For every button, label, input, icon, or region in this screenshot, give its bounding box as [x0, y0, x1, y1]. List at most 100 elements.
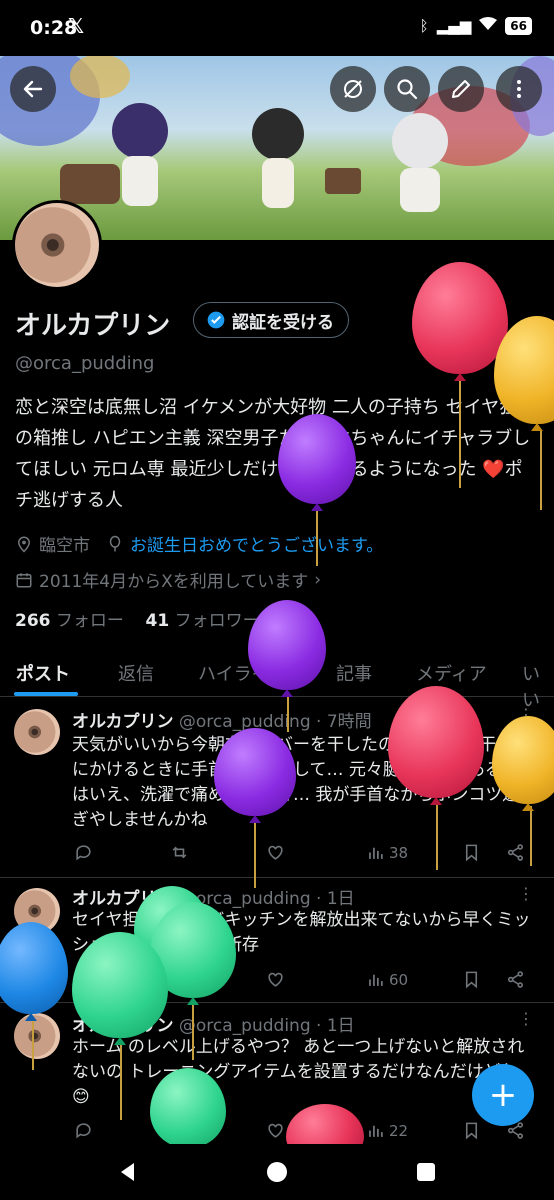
post-header: オルカプリン @orca_pudding · 7時間: [72, 707, 372, 732]
grok-icon: [344, 80, 362, 98]
post-author-name: オルカプリン: [72, 712, 174, 732]
bookmark-button[interactable]: [462, 1121, 481, 1140]
repost-button[interactable]: [170, 970, 189, 989]
post-item[interactable]: オルカプリン @orca_pudding · 1日 ⋮ ホーム のレベル上げるや…: [0, 1003, 554, 1144]
verify-button[interactable]: 認証を受ける: [193, 302, 349, 338]
profile-handle: @orca_pudding: [15, 353, 155, 374]
birthday-link[interactable]: お誕生日おめでとうございます。: [130, 531, 383, 556]
post-item[interactable]: オルカプリン @orca_pudding · 1日 ⋮ セイヤ担なのにまだキッチ…: [0, 878, 554, 1003]
post-author-handle: @orca_pudding: [178, 712, 311, 732]
followers-label: フォロワー: [174, 611, 260, 631]
views-button[interactable]: 22: [366, 1121, 408, 1140]
repost-icon: [172, 846, 187, 859]
balloon-string: [540, 430, 542, 510]
profile-avatar[interactable]: [12, 200, 102, 290]
status-icons: ᛒ ▂▄▆ 66: [420, 17, 532, 35]
verified-badge-icon: [207, 311, 225, 329]
tab-highlights[interactable]: ハイライト: [198, 660, 288, 686]
reply-button[interactable]: 2: [74, 970, 107, 989]
compose-post-button[interactable]: +: [472, 1064, 534, 1126]
views-icon: [369, 847, 383, 859]
back-button[interactable]: [10, 66, 56, 112]
bookmark-icon: [465, 1122, 478, 1140]
post-text: ホーム のレベル上げるやつ？ あと一つ上げないと解放されないの トレーニングアイ…: [72, 1037, 525, 1107]
reply-icon: [76, 972, 91, 988]
repost-button[interactable]: [170, 843, 189, 862]
balloon-icon: [109, 535, 121, 551]
nav-recents-icon[interactable]: [415, 1161, 437, 1183]
tab-media[interactable]: メディア: [416, 660, 487, 686]
post-header: オルカプリン @orca_pudding · 1日: [72, 884, 355, 909]
views-count: 22: [389, 1121, 409, 1140]
post-time: · 1日: [316, 889, 355, 909]
nav-back-icon[interactable]: [116, 1160, 140, 1184]
location-icon: [17, 536, 31, 553]
signal-icon: ▂▄▆: [436, 17, 472, 35]
share-button[interactable]: [506, 970, 525, 989]
follow-counts: 266 フォロー 41 フォロワー: [15, 606, 260, 631]
profile-name: オルカプリン: [15, 311, 171, 341]
x-logo-icon: 𝕏: [68, 14, 85, 38]
followers-link[interactable]: 41 フォロワー: [146, 611, 260, 631]
repost-icon: [172, 973, 187, 986]
battery-icon: 66: [505, 17, 532, 35]
tab-replies[interactable]: 返信: [118, 660, 154, 686]
status-bar: 0:28 𝕏 ᛒ ▂▄▆ 66: [0, 0, 554, 56]
post-header: オルカプリン @orca_pudding · 1日: [72, 1011, 355, 1036]
share-icon: [507, 844, 524, 861]
like-button[interactable]: [266, 970, 285, 989]
post-avatar[interactable]: [14, 709, 60, 755]
profile-tabs: ポスト 返信 ハイライト 記事 メディア いい: [0, 650, 554, 711]
edit-button[interactable]: [438, 66, 484, 112]
reply-button[interactable]: [74, 843, 93, 862]
post-avatar[interactable]: [14, 888, 60, 934]
reply-button[interactable]: [74, 1121, 93, 1140]
bluetooth-icon: ᛒ: [419, 17, 429, 35]
post-more-icon[interactable]: ⋮: [518, 1009, 534, 1028]
views-button[interactable]: 38: [366, 843, 408, 862]
like-button[interactable]: [266, 843, 285, 862]
post-text: 天気がいいから今朝布団カバーを干したのだけど、物干し竿にかけるときに手首を痛めま…: [72, 735, 531, 830]
pencil-icon: [452, 80, 470, 98]
red-balloon: [412, 262, 508, 381]
post-author-name: オルカプリン: [72, 1016, 174, 1036]
tab-articles[interactable]: 記事: [336, 660, 372, 686]
views-count: 60: [389, 970, 409, 989]
repost-button[interactable]: [170, 1121, 189, 1140]
post-more-icon[interactable]: ⋮: [518, 705, 534, 724]
search-icon: [397, 79, 418, 100]
more-vertical-icon: [517, 80, 521, 98]
heart-icon: [268, 845, 283, 860]
views-count: 38: [389, 843, 409, 862]
following-label: フォロー: [55, 611, 124, 631]
bookmark-button[interactable]: [462, 843, 481, 862]
more-options-button[interactable]: [496, 66, 542, 112]
views-icon: [369, 974, 383, 986]
post-time: · 7時間: [316, 712, 372, 732]
wifi-icon: [479, 17, 498, 35]
post-more-icon[interactable]: ⋮: [518, 884, 534, 903]
tab-posts[interactable]: ポスト: [16, 660, 70, 686]
bookmark-button[interactable]: [462, 970, 481, 989]
nav-home-icon[interactable]: [265, 1160, 289, 1184]
arrow-left-icon: [23, 80, 43, 98]
joined-row[interactable]: 2011年4月からXを利用しています ›: [15, 567, 321, 592]
reply-icon: [76, 1123, 91, 1139]
grok-button[interactable]: [330, 66, 376, 112]
post-avatar[interactable]: [14, 1013, 60, 1059]
calendar-icon: [16, 572, 32, 587]
reply-count: 2: [97, 970, 107, 989]
post-item[interactable]: オルカプリン @orca_pudding · 7時間 ⋮ 天気がいいから今朝布団…: [0, 697, 554, 878]
joined-date: 2011年4月からXを利用しています: [39, 572, 309, 592]
search-button[interactable]: [384, 66, 430, 112]
android-nav-bar: [0, 1144, 554, 1200]
active-tab-indicator: [14, 692, 78, 696]
post-time: · 1日: [316, 1016, 355, 1036]
repost-icon: [172, 1124, 187, 1137]
verify-button-label: 認証を受ける: [232, 312, 334, 333]
profile-bio: 恋と深空は底無し沼 イケメンが大好物 二人の子持ち セイヤ狂いの箱推し ハピエン…: [15, 397, 536, 511]
following-link[interactable]: 266 フォロー: [15, 611, 124, 631]
views-button[interactable]: 60: [366, 970, 408, 989]
share-button[interactable]: [506, 843, 525, 862]
like-button[interactable]: [266, 1121, 285, 1140]
